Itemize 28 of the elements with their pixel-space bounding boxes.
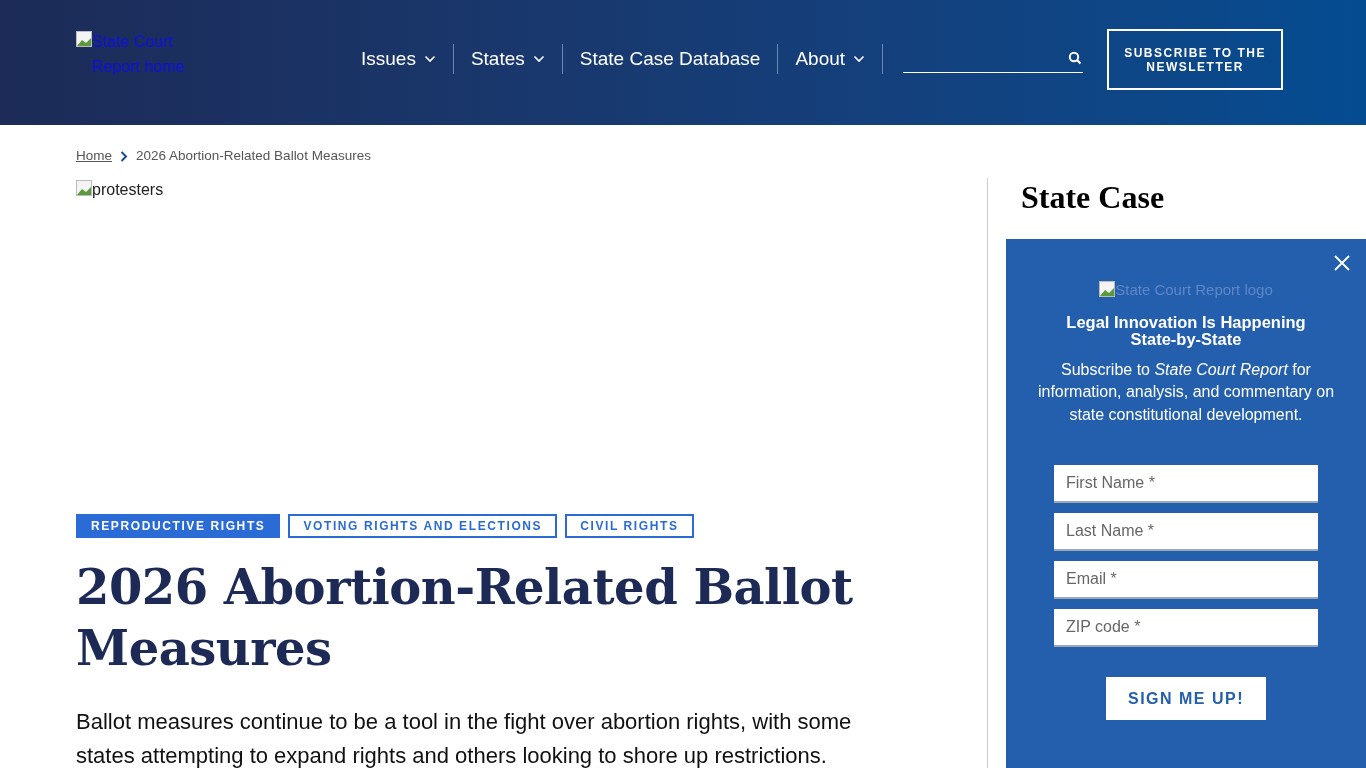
- logo-image: State Court Report logo: [1099, 279, 1273, 302]
- chevron-right-icon: [120, 150, 128, 162]
- breadcrumb-current: 2026 Abortion-Related Ballot Measures: [136, 147, 371, 165]
- search-icon: [1068, 51, 1083, 65]
- input-field[interactable]: ZIP code *: [1054, 609, 1318, 647]
- broken-image-icon: [1099, 281, 1116, 297]
- article-lead: Ballot measures continue to be a tool in the fight over abortion rights, with some states attempting to expand rights and others looking to shore up restrictions.: [76, 708, 853, 768]
- popup-title: Legal Innovation Is Happening State-by-State: [1065, 313, 1307, 348]
- input-field[interactable]: First Name *: [1054, 465, 1318, 503]
- nav-link[interactable]: States: [453, 44, 562, 74]
- article-image: protesters: [76, 178, 946, 515]
- subscribe-button[interactable]: SUBSCRIBE TO THE NEWSLETTER: [1107, 29, 1284, 90]
- nav-link[interactable]: About: [778, 44, 883, 74]
- broken-image-icon: [76, 180, 92, 197]
- topic-tag[interactable]: CIVIL RIGHTS: [565, 514, 694, 539]
- sign-up-button[interactable]: SIGN ME UP!: [1106, 677, 1266, 720]
- breadcrumb-link[interactable]: Home: [76, 146, 112, 167]
- broken-image-icon: [76, 31, 92, 47]
- nav-link[interactable]: Issues: [344, 44, 453, 74]
- article-title: 2026 Abortion-Related Ballot Measures: [76, 558, 854, 679]
- popup-text: Subscribe to State Court Report for information, analysis, and commentary on state constitutional development.: [1036, 359, 1336, 425]
- topic-tag[interactable]: REPRODUCTIVE RIGHTS: [76, 514, 281, 539]
- input-field[interactable]: Email *: [1054, 561, 1318, 599]
- topic-tag[interactable]: VOTING RIGHTS AND ELECTIONS: [288, 514, 558, 539]
- close-button[interactable]: [1332, 253, 1352, 273]
- sidebar-heading: State Case: [1021, 180, 1166, 216]
- input-field[interactable]: Last Name *: [1054, 513, 1318, 551]
- nav-link[interactable]: State Case Database: [562, 44, 778, 74]
